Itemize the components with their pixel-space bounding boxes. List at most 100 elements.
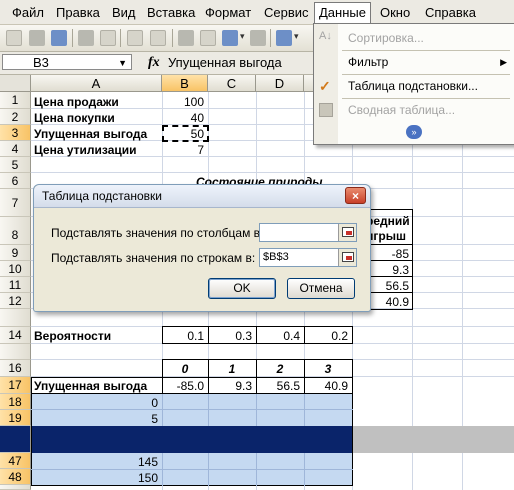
row-header[interactable]: 11 — [0, 277, 31, 293]
row-header[interactable]: 3 — [0, 125, 31, 141]
row-header[interactable]: 17 — [0, 377, 31, 394]
menu-item-filter[interactable]: Фильтр — [348, 55, 388, 69]
row-input-field[interactable]: $B$3 — [259, 248, 357, 267]
preview-icon[interactable] — [100, 30, 116, 46]
name-box[interactable]: B3 ▼ — [2, 54, 132, 70]
cell-e16[interactable]: 3 — [304, 362, 352, 376]
menu-edit[interactable]: Правка — [56, 5, 100, 20]
cell-a3[interactable]: Упущенная выгода — [34, 127, 147, 141]
menu-tools[interactable]: Сервис — [264, 5, 309, 20]
menu-view[interactable]: Вид — [112, 5, 136, 20]
cell-a48[interactable]: 150 — [31, 471, 158, 485]
expand-icon[interactable]: » — [406, 125, 422, 139]
row-header[interactable]: 5 — [0, 157, 31, 173]
research-icon[interactable] — [150, 30, 166, 46]
cell-avg-header-2[interactable]: игрыш — [366, 229, 406, 243]
cell-d14[interactable]: 0.4 — [256, 329, 300, 343]
row-header[interactable]: 18 — [0, 394, 31, 410]
undo-icon[interactable] — [276, 30, 292, 46]
menu-help[interactable]: Справка — [425, 5, 476, 20]
menu-item-data-table[interactable]: Таблица подстановки... — [348, 79, 478, 93]
row-header[interactable]: 47 — [0, 453, 31, 469]
menu-insert[interactable]: Вставка — [147, 5, 195, 20]
cell-a18[interactable]: 0 — [31, 396, 158, 410]
refedit-icon[interactable] — [338, 224, 356, 241]
row-header[interactable] — [0, 309, 31, 327]
row-header[interactable]: 19 — [0, 410, 31, 426]
cell-b3[interactable]: 50 — [162, 127, 204, 141]
cell-b2[interactable]: 40 — [162, 111, 204, 125]
row-header[interactable]: 7 — [0, 189, 31, 217]
cell-a19[interactable]: 5 — [31, 412, 158, 426]
select-all-corner[interactable] — [0, 75, 31, 92]
save-icon[interactable] — [51, 30, 67, 46]
cell-a2[interactable]: Цена покупки — [34, 111, 115, 125]
row-header[interactable]: 48 — [0, 469, 31, 485]
collapsed-rows-band — [353, 426, 514, 453]
menu-data[interactable]: Данные — [314, 2, 371, 23]
row-header[interactable]: 10 — [0, 261, 31, 277]
menu-format[interactable]: Формат — [205, 5, 251, 20]
cell-avg-header-1[interactable]: редний — [366, 214, 410, 228]
cell-b4[interactable]: 7 — [162, 143, 204, 157]
toolbar-separator — [270, 29, 271, 47]
fx-icon[interactable]: fx — [148, 55, 160, 71]
row-header[interactable]: 1 — [0, 92, 31, 109]
cell-b1[interactable]: 100 — [162, 95, 204, 109]
ok-button[interactable]: OK — [208, 278, 276, 299]
paste-icon[interactable] — [222, 30, 238, 46]
row-header[interactable]: 2 — [0, 109, 31, 125]
formula-input[interactable]: Упущенная выгода — [168, 55, 282, 70]
cell-b16[interactable]: 0 — [162, 362, 208, 376]
row-header[interactable]: 12 — [0, 293, 31, 309]
row-header[interactable]: 9 — [0, 245, 31, 261]
menu-file[interactable]: Файл — [12, 5, 44, 20]
cell-d17[interactable]: 56.5 — [256, 379, 300, 393]
cell-c16[interactable]: 1 — [208, 362, 256, 376]
cell-a4[interactable]: Цена утилизации — [34, 143, 137, 157]
menu-item-pivot-table[interactable]: Сводная таблица... — [348, 103, 455, 117]
cut-icon[interactable] — [178, 30, 194, 46]
cell-c17[interactable]: 9.3 — [208, 379, 252, 393]
row-header-hidden-range[interactable] — [0, 426, 31, 453]
cell-e14[interactable]: 0.2 — [304, 329, 348, 343]
menu-bar: Файл Правка Вид Вставка Формат Сервис Да… — [0, 0, 514, 25]
cell-a47[interactable]: 145 — [31, 455, 158, 469]
cell-e17[interactable]: 40.9 — [304, 379, 348, 393]
cell-a14[interactable]: Вероятности — [34, 329, 111, 343]
row-header[interactable]: 14 — [0, 327, 31, 344]
column-header-a[interactable]: A — [31, 75, 162, 92]
open-icon[interactable] — [29, 30, 45, 46]
cell-b14[interactable]: 0.1 — [162, 329, 204, 343]
print-icon[interactable] — [78, 30, 94, 46]
row-header[interactable]: 8 — [0, 217, 31, 245]
new-icon[interactable] — [6, 30, 22, 46]
menu-window[interactable]: Окно — [380, 5, 410, 20]
format-painter-icon[interactable] — [250, 30, 266, 46]
cell-c14[interactable]: 0.3 — [208, 329, 252, 343]
cell-a17[interactable]: Упущенная выгода — [34, 379, 147, 393]
column-header-b[interactable]: B — [162, 75, 208, 92]
row-header[interactable] — [0, 485, 31, 490]
column-header-c[interactable]: C — [208, 75, 256, 92]
row-header[interactable]: 4 — [0, 141, 31, 157]
pivot-icon — [319, 103, 333, 117]
row-header[interactable]: 6 — [0, 173, 31, 189]
chevron-down-icon[interactable]: ▼ — [118, 55, 127, 71]
close-icon[interactable]: × — [345, 187, 366, 204]
menu-item-sort[interactable]: Сортировка... — [348, 31, 424, 45]
column-header-d[interactable]: D — [256, 75, 304, 92]
paste-dropdown-icon[interactable]: ▾ — [240, 31, 245, 42]
cell-b17[interactable]: -85.0 — [162, 379, 204, 393]
spelling-icon[interactable] — [127, 30, 143, 46]
cell-d16[interactable]: 2 — [256, 362, 304, 376]
row-header[interactable]: 16 — [0, 360, 31, 377]
cancel-button[interactable]: Отмена — [287, 278, 355, 299]
copy-icon[interactable] — [200, 30, 216, 46]
column-input-field[interactable] — [259, 223, 357, 242]
row-header[interactable] — [0, 344, 31, 360]
refedit-icon[interactable] — [338, 249, 356, 266]
dialog-title-bar[interactable]: Таблица подстановки × — [34, 185, 370, 208]
undo-dropdown-icon[interactable]: ▾ — [294, 31, 299, 42]
cell-a1[interactable]: Цена продажи — [34, 95, 119, 109]
